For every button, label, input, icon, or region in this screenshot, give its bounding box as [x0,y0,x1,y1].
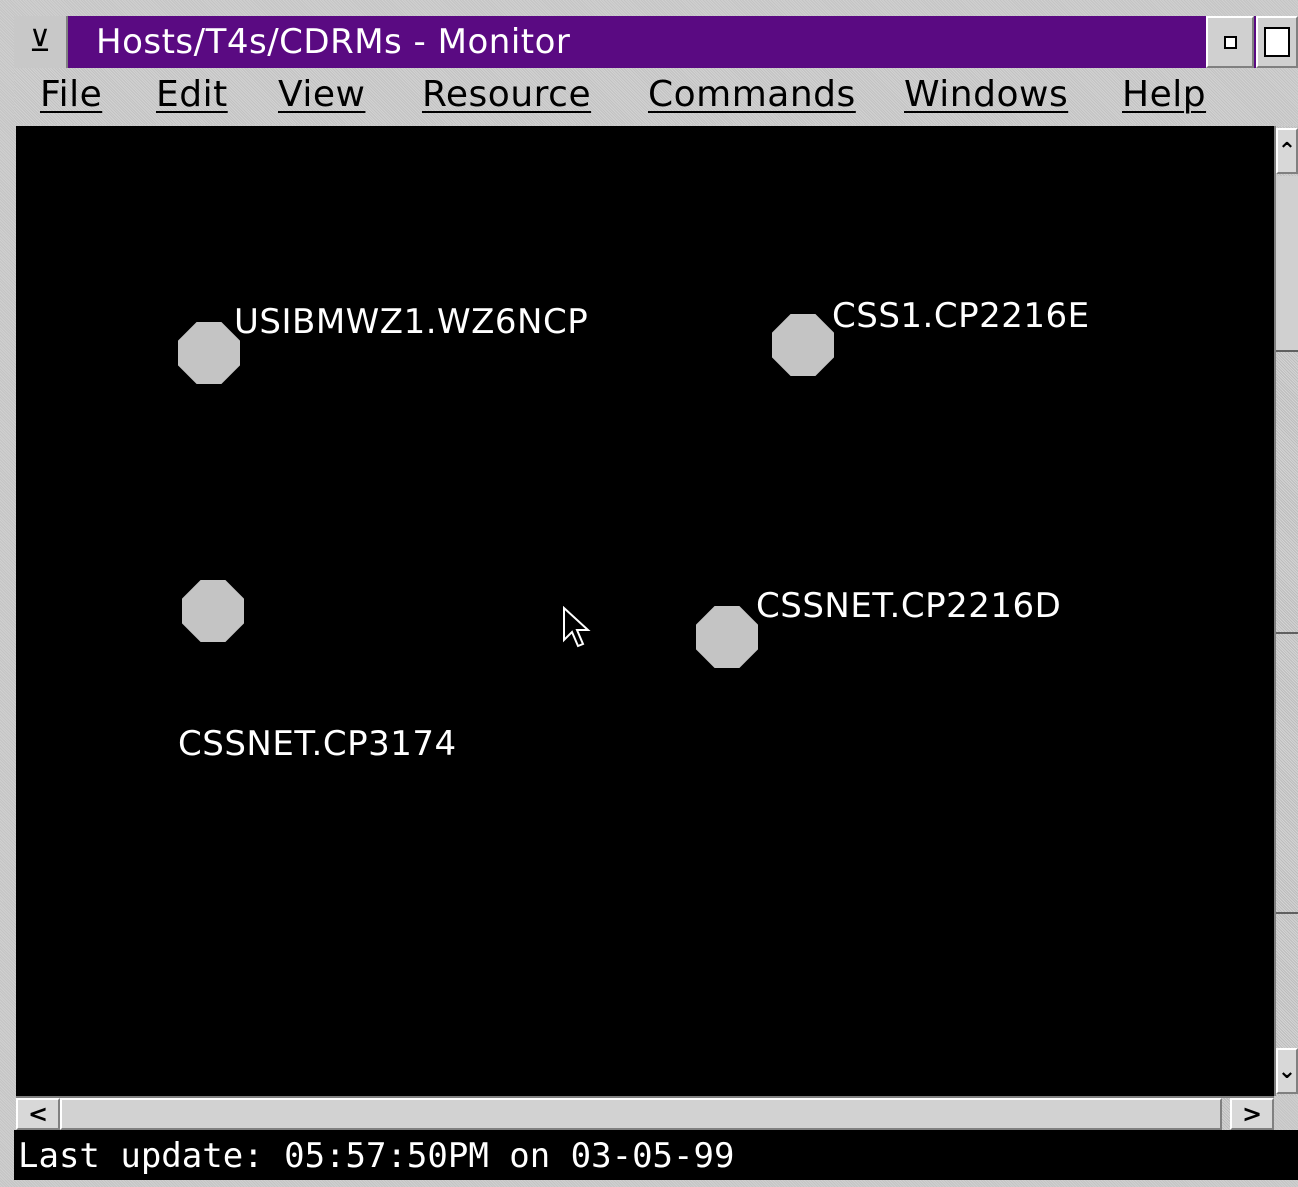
monitor-window: ⊻ Hosts/T4s/CDRMs - Monitor File Edit Vi… [0,0,1298,1187]
node-icon-cssnet-cp2216d[interactable] [696,606,758,668]
system-menu-icon: ⊻ [29,24,51,59]
chevron-down-icon: ⌄ [1277,1058,1297,1084]
menu-view[interactable]: View [278,70,365,120]
window-title: Hosts/T4s/CDRMs - Monitor [96,22,571,62]
node-label-usibmwz1-wz6ncp: USIBMWZ1.WZ6NCP [234,302,589,342]
horizontal-scroll-thumb[interactable] [60,1098,1222,1130]
menu-edit[interactable]: Edit [156,70,228,120]
vertical-scroll-tick [1276,632,1298,634]
menu-commands[interactable]: Commands [648,70,856,120]
system-menu-button[interactable]: ⊻ [14,16,68,68]
chevron-right-icon: > [1241,1100,1263,1128]
maximize-button[interactable] [1256,16,1298,68]
maximize-icon [1264,27,1290,57]
minimize-button[interactable] [1206,16,1254,68]
node-icon-cssnet-cp3174[interactable] [182,580,244,642]
vertical-scroll-thumb[interactable] [1276,176,1298,352]
mouse-pointer-icon [563,606,591,648]
chevron-up-icon: ⌃ [1277,138,1297,164]
scroll-down-button[interactable]: ⌄ [1276,1048,1298,1094]
chevron-left-icon: < [27,1100,49,1128]
node-label-cssnet-cp3174: CSSNET.CP3174 [178,724,457,764]
scroll-right-button[interactable]: > [1230,1098,1274,1130]
scroll-up-button[interactable]: ⌃ [1276,128,1298,174]
node-label-cssnet-cp2216d: CSSNET.CP2216D [756,586,1062,626]
menu-windows[interactable]: Windows [904,70,1068,120]
node-icon-usibmwz1-wz6ncp[interactable] [178,322,240,384]
menu-help[interactable]: Help [1122,70,1206,120]
menu-resource[interactable]: Resource [422,70,591,120]
topology-canvas[interactable]: USIBMWZ1.WZ6NCP CSS1.CP2216E CSSNET.CP31… [16,126,1274,1096]
menu-file[interactable]: File [40,70,102,120]
vertical-scroll-tick [1276,912,1298,914]
node-label-css1-cp2216e: CSS1.CP2216E [832,296,1090,336]
node-icon-css1-cp2216e[interactable] [772,314,834,376]
minimize-icon [1223,35,1237,49]
last-update-status: Last update: 05:57:50PM on 03-05-99 [18,1136,735,1176]
scroll-left-button[interactable]: < [16,1098,60,1130]
